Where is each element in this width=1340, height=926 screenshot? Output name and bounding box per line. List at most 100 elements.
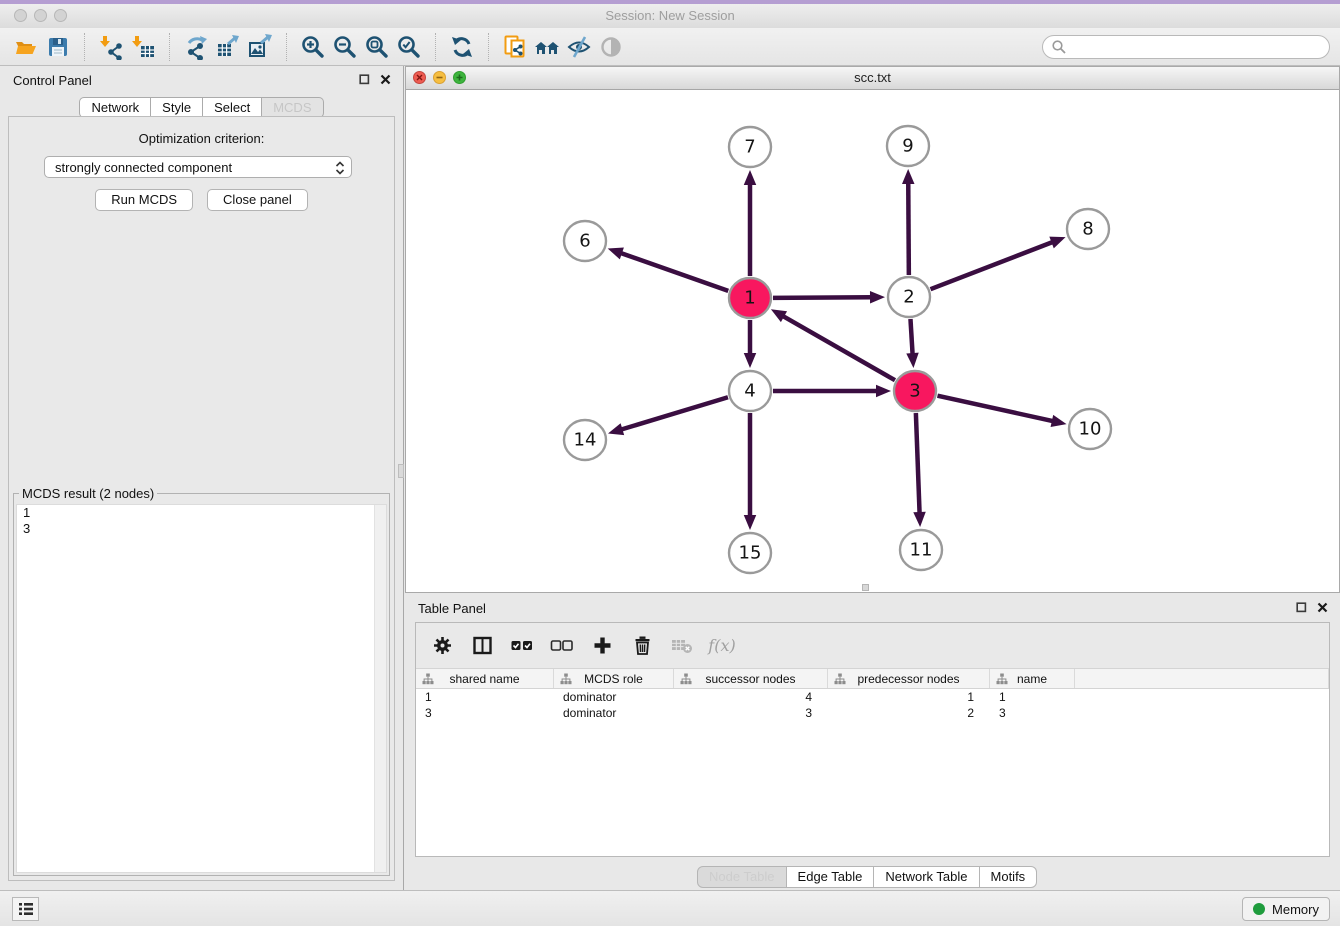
float-panel-icon[interactable]	[359, 74, 370, 85]
graph-node-label-11: 11	[910, 540, 933, 561]
close-panel-button[interactable]: Close panel	[207, 189, 308, 211]
node-table-container: f(x) shared nameMCDS rolesuccessor nodes…	[415, 622, 1330, 857]
graph-node-label-6: 6	[579, 231, 590, 252]
settings-gear-icon[interactable]	[430, 634, 454, 658]
cell-mcds-role[interactable]: dominator	[554, 706, 674, 720]
control-panel: Control Panel NetworkStyleSelectMCDS Opt…	[0, 66, 404, 890]
graph-edge-arrow-4-14[interactable]	[608, 423, 624, 435]
tab-network-table[interactable]: Network Table	[874, 866, 979, 888]
result-scrollbar[interactable]	[374, 505, 386, 872]
graph-edge-4-14[interactable]	[620, 397, 727, 429]
home-icon[interactable]	[531, 31, 563, 63]
graph-edge-2-3[interactable]	[910, 319, 912, 355]
network-document-icon[interactable]	[499, 31, 531, 63]
graph-edge-arrow-1-4[interactable]	[744, 353, 757, 368]
cell-mcds-role[interactable]: dominator	[554, 690, 674, 704]
panel-divider-handle[interactable]	[398, 464, 404, 478]
export-image-icon[interactable]	[244, 31, 276, 63]
import-network-icon[interactable]	[95, 31, 127, 63]
show-column-icon[interactable]	[470, 634, 494, 658]
column-header-name[interactable]: name	[990, 669, 1075, 688]
graph-edge-arrow-3-11[interactable]	[913, 512, 925, 527]
cell-shared-name[interactable]: 3	[416, 706, 554, 720]
cell-name[interactable]: 1	[990, 690, 1075, 704]
graph-edge-arrow-2-3[interactable]	[906, 353, 918, 368]
graph-edge-arrow-2-9[interactable]	[902, 169, 914, 184]
close-panel-icon[interactable]	[1317, 602, 1328, 613]
float-panel-icon[interactable]	[1296, 602, 1307, 613]
cell-shared-name[interactable]: 1	[416, 690, 554, 704]
tab-select[interactable]: Select	[203, 97, 262, 118]
graph-edge-1-2[interactable]	[773, 297, 872, 298]
graph-edge-3-10[interactable]	[937, 396, 1053, 422]
zoom-selected-icon[interactable]	[393, 31, 425, 63]
deselect-all-icon[interactable]	[550, 634, 574, 658]
tab-style[interactable]: Style	[151, 97, 203, 118]
memory-button[interactable]: Memory	[1242, 897, 1330, 921]
refresh-layout-icon[interactable]	[446, 31, 478, 63]
fit-content-icon[interactable]	[361, 31, 393, 63]
search-field[interactable]	[1042, 35, 1330, 59]
optimization-criterion-select[interactable]: strongly connected component	[44, 156, 352, 178]
zoom-out-icon[interactable]	[329, 31, 361, 63]
canvas-resize-handle[interactable]	[862, 584, 869, 591]
network-graph[interactable]: 7968124314101511	[406, 90, 1339, 592]
column-header-predecessor-nodes[interactable]: predecessor nodes	[828, 669, 990, 688]
tab-motifs[interactable]: Motifs	[980, 866, 1038, 888]
network-canvas[interactable]: 7968124314101511	[406, 90, 1339, 592]
cell-name[interactable]: 3	[990, 706, 1075, 720]
add-row-icon[interactable]	[590, 634, 614, 658]
graph-edge-1-6[interactable]	[620, 253, 728, 291]
network-frame-titlebar[interactable]: scc.txt	[406, 67, 1339, 90]
column-tree-icon	[560, 673, 572, 685]
graph-edge-arrow-1-2[interactable]	[870, 291, 885, 303]
save-session-icon[interactable]	[42, 31, 74, 63]
graph-edge-arrow-4-15[interactable]	[744, 515, 757, 530]
cell-predecessor-nodes[interactable]: 1	[828, 690, 990, 704]
tab-network[interactable]: Network	[79, 97, 151, 118]
mcds-result-list[interactable]: 13	[16, 504, 387, 873]
cell-successor-nodes[interactable]: 4	[674, 690, 828, 704]
network-title: scc.txt	[406, 67, 1339, 89]
import-table-icon[interactable]	[127, 31, 159, 63]
graph-edge-arrow-1-6[interactable]	[608, 248, 624, 260]
export-table-icon[interactable]	[212, 31, 244, 63]
delete-row-icon[interactable]	[630, 634, 654, 658]
table-row-1[interactable]: 3dominator323	[416, 705, 1329, 721]
toolbar-separator	[435, 33, 436, 61]
open-session-icon[interactable]	[10, 31, 42, 63]
tab-edge-table[interactable]: Edge Table	[787, 866, 875, 888]
graph-edge-2-8[interactable]	[931, 242, 1054, 289]
zoom-in-icon[interactable]	[297, 31, 329, 63]
graph-edge-arrow-4-3[interactable]	[876, 385, 891, 398]
new-network-icon[interactable]	[180, 31, 212, 63]
mcds-result-group: MCDS result (2 nodes) 13	[13, 493, 390, 876]
hide-graphics-details-icon[interactable]	[563, 31, 595, 63]
tab-node-table[interactable]: Node Table	[697, 866, 787, 888]
graph-edge-arrow-1-7[interactable]	[744, 170, 757, 185]
dropdown-stepper-icon	[335, 160, 345, 179]
cell-predecessor-nodes[interactable]: 2	[828, 706, 990, 720]
cell-successor-nodes[interactable]: 3	[674, 706, 828, 720]
graph-edge-arrow-3-10[interactable]	[1051, 415, 1067, 427]
column-header-shared-name[interactable]: shared name	[416, 669, 554, 688]
graph-edge-arrow-2-8[interactable]	[1049, 237, 1065, 249]
graph-edge-3-1[interactable]	[782, 316, 895, 381]
select-all-icon[interactable]	[510, 634, 534, 658]
column-header-successor-nodes[interactable]: successor nodes	[674, 669, 828, 688]
tab-mcds[interactable]: MCDS	[262, 97, 323, 118]
frame-minimize-button[interactable]	[433, 71, 446, 84]
frame-maximize-button[interactable]	[453, 71, 466, 84]
column-header-label: predecessor nodes	[857, 672, 959, 686]
search-input[interactable]	[1067, 38, 1321, 55]
close-panel-icon[interactable]	[380, 74, 391, 85]
task-history-button[interactable]	[12, 897, 39, 921]
column-header-mcds-role[interactable]: MCDS role	[554, 669, 674, 688]
graph-edge-3-11[interactable]	[916, 413, 920, 514]
toolbar-separator	[286, 33, 287, 61]
table-row-0[interactable]: 1dominator411	[416, 689, 1329, 705]
graph-edge-2-9[interactable]	[908, 182, 909, 275]
run-mcds-button[interactable]: Run MCDS	[95, 189, 193, 211]
frame-close-button[interactable]	[413, 71, 426, 84]
status-bar: Memory	[0, 890, 1340, 926]
